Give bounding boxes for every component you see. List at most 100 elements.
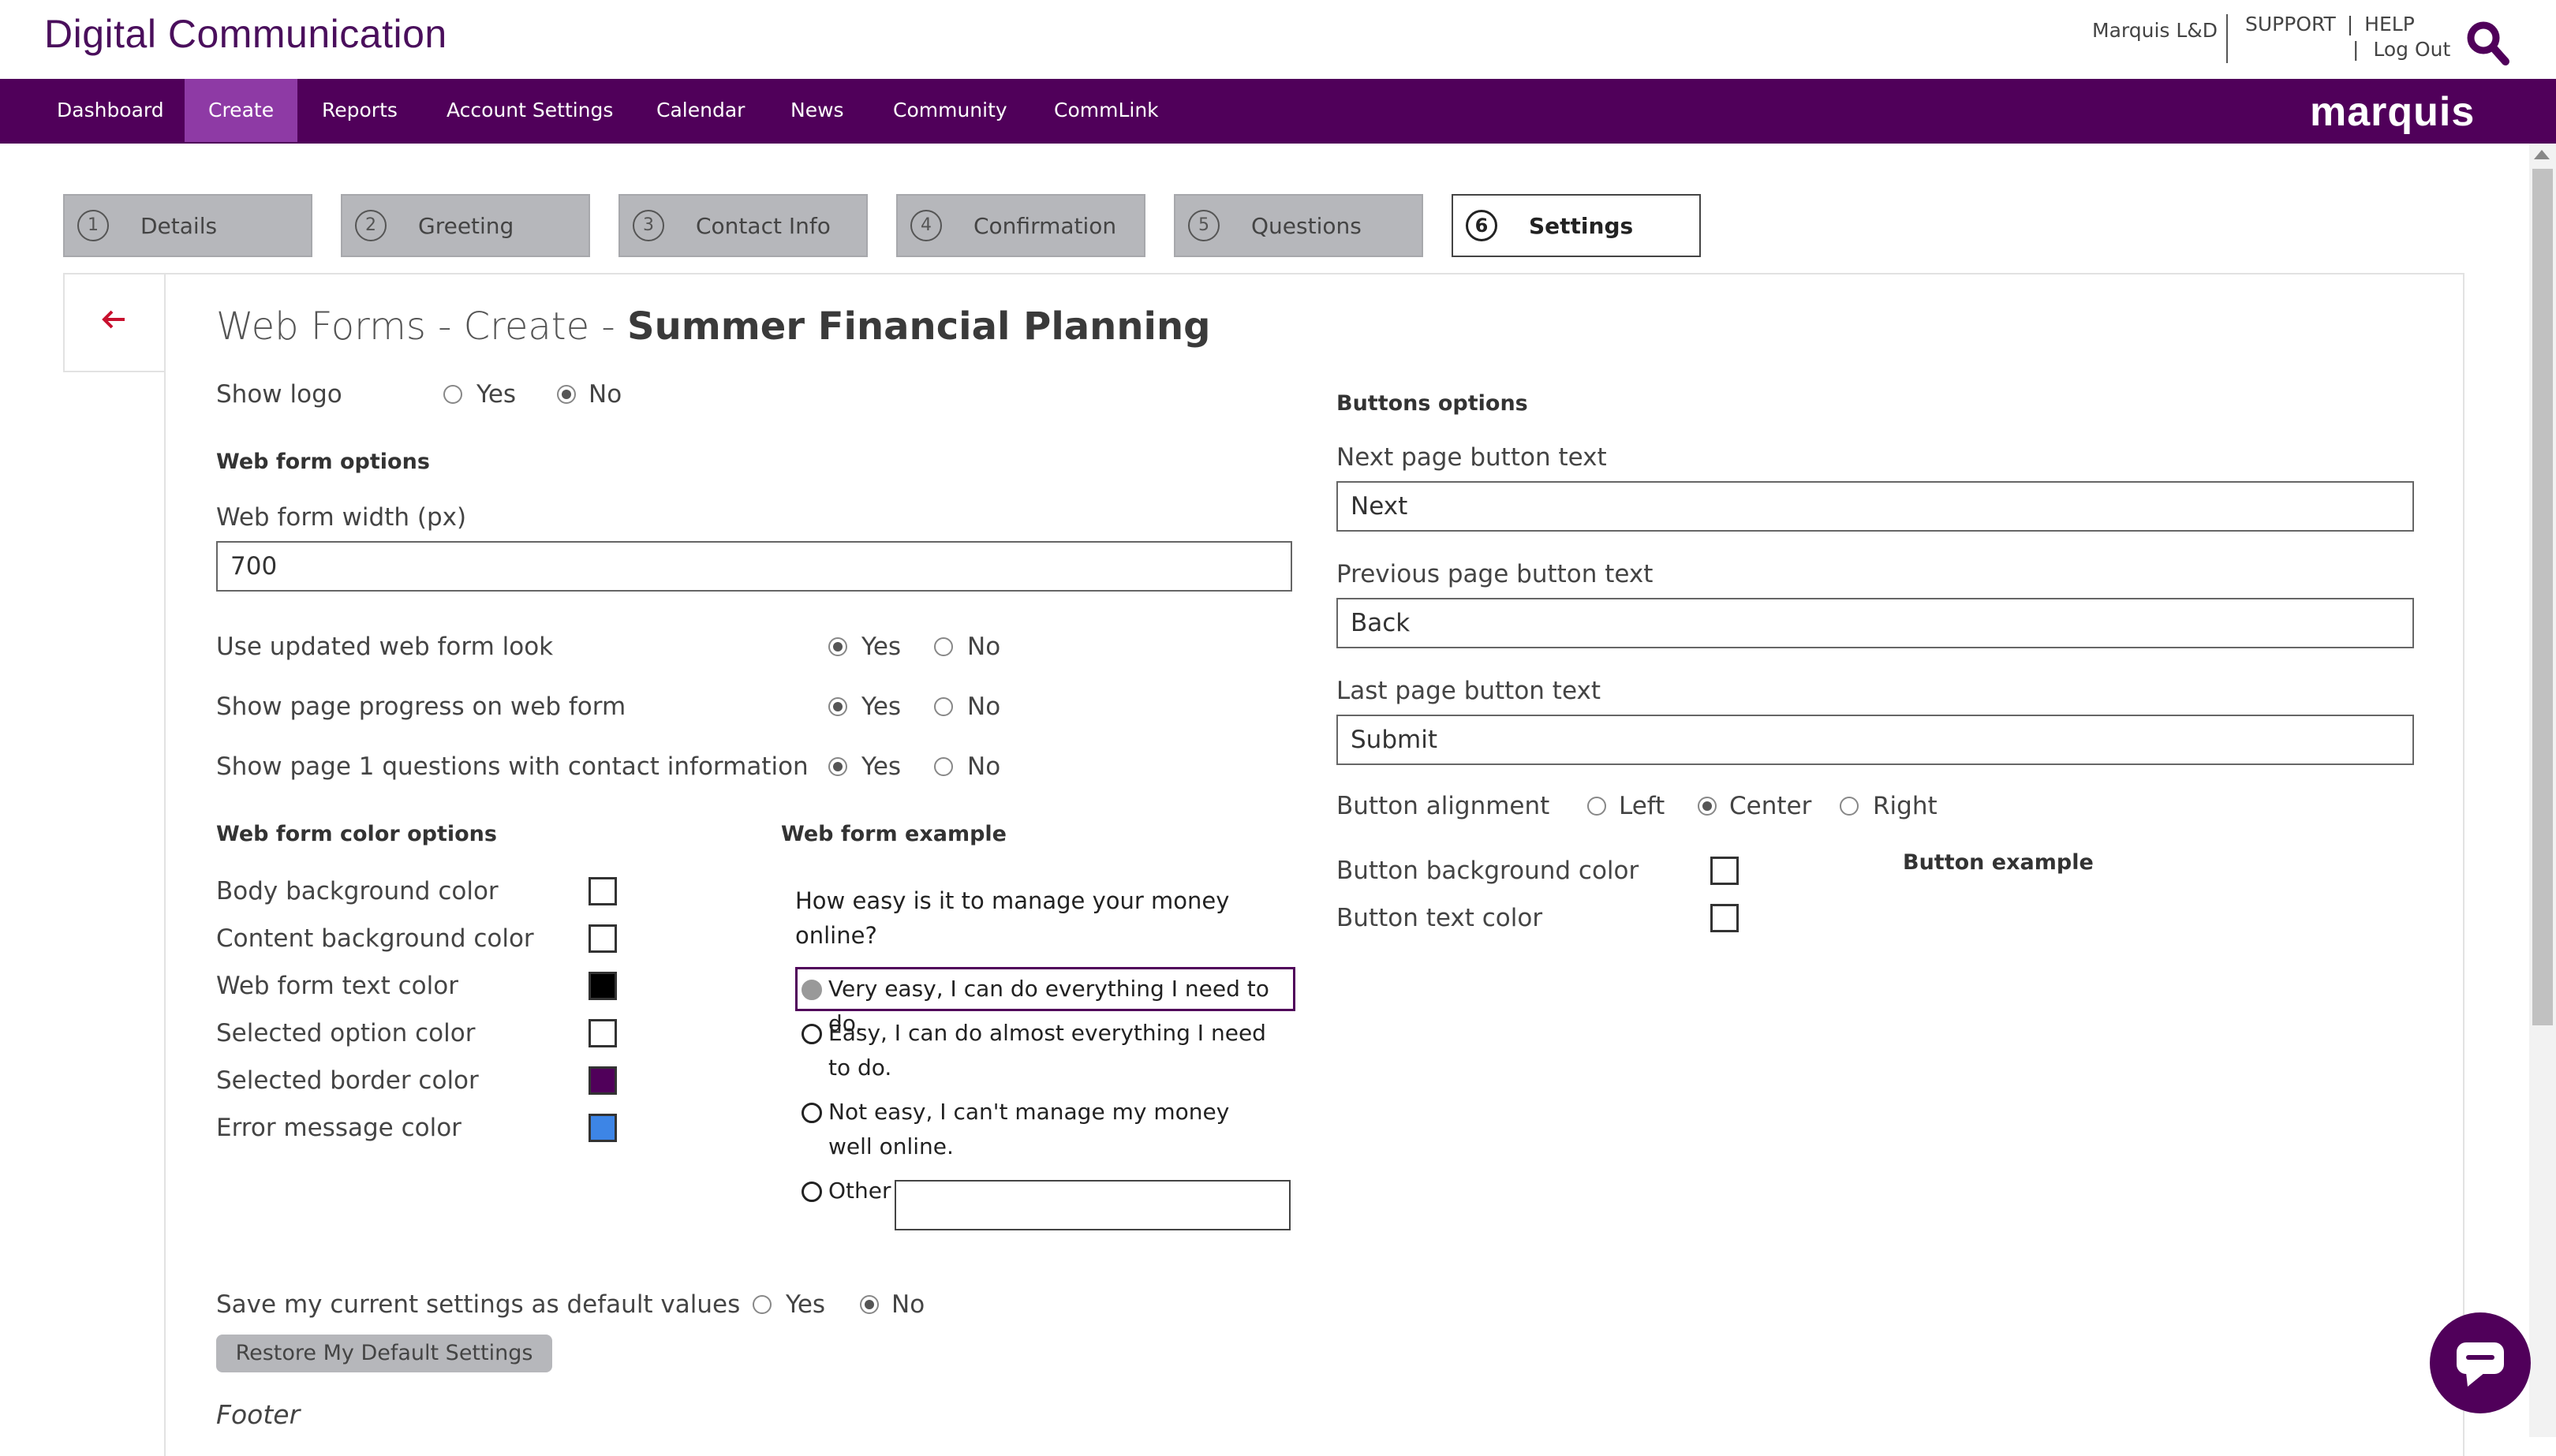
prev-button-text-label: Previous page button text: [1336, 560, 1654, 588]
radio-label: Center: [1729, 792, 1812, 820]
marquis-logo: marquis: [2310, 89, 2476, 135]
last-button-text-input[interactable]: Submit: [1336, 715, 2414, 765]
scrollbar-thumb[interactable]: [2532, 169, 2553, 1025]
page-progress-yes-radio[interactable]: [828, 697, 847, 716]
nav-community[interactable]: Community: [869, 79, 1031, 142]
step-number: 4: [910, 210, 942, 241]
help-link[interactable]: HELP: [2364, 13, 2415, 35]
align-center-radio[interactable]: [1698, 797, 1717, 816]
support-links: SUPPORT | HELP: [2245, 13, 2415, 35]
web-form-example-heading: Web form example: [781, 822, 1007, 846]
step-details[interactable]: 1 Details: [63, 194, 312, 257]
page1-contact-yes-radio[interactable]: [828, 757, 847, 776]
button-text-color-label: Button text color: [1336, 904, 1543, 932]
nav-commlink[interactable]: CommLink: [1030, 79, 1183, 142]
page-progress-no-radio[interactable]: [934, 697, 953, 716]
example-option: Other: [828, 1178, 891, 1204]
nav-dashboard[interactable]: Dashboard: [33, 79, 188, 142]
app-title: Digital Communication: [44, 12, 447, 56]
step-label: Questions: [1251, 213, 1362, 239]
align-right-radio[interactable]: [1840, 797, 1859, 816]
nav-create[interactable]: Create: [185, 79, 298, 142]
web-form-options-heading: Web form options: [216, 450, 430, 474]
radio-label: No: [967, 633, 1001, 661]
save-defaults-no-radio[interactable]: [860, 1295, 879, 1314]
step-confirmation[interactable]: 4 Confirmation: [896, 194, 1145, 257]
radio-label: Yes: [861, 693, 902, 721]
nav-account-settings[interactable]: Account Settings: [423, 79, 637, 142]
radio-label: Left: [1619, 792, 1665, 820]
account-name[interactable]: Marquis L&D: [2092, 19, 2218, 42]
text-color-label: Web form text color: [216, 972, 458, 1000]
link-separator: |: [2346, 13, 2354, 35]
updated-look-no-radio[interactable]: [934, 637, 953, 656]
page1-contact-no-radio[interactable]: [934, 757, 953, 776]
save-defaults-yes-radio[interactable]: [753, 1295, 772, 1314]
example-radio: [802, 980, 822, 1000]
content-bg-color-label: Content background color: [216, 924, 534, 953]
form-name: Summer Financial Planning: [627, 304, 1211, 349]
width-label: Web form width (px): [216, 503, 467, 532]
radio-label: Yes: [861, 752, 902, 781]
search-icon[interactable]: [2464, 19, 2512, 66]
radio-label: No: [891, 1290, 925, 1319]
step-number: 6: [1466, 210, 1497, 241]
selected-border-color-swatch[interactable]: [589, 1066, 617, 1095]
show-logo-no-radio[interactable]: [557, 385, 576, 404]
example-radio: [802, 1103, 822, 1123]
link-separator: |: [2352, 38, 2360, 61]
settings-panel: [164, 273, 2464, 1456]
nav-calendar[interactable]: Calendar: [633, 79, 768, 142]
top-header: Digital Communication Marquis L&D SUPPOR…: [0, 0, 2556, 79]
show-logo-yes-radio[interactable]: [443, 385, 462, 404]
step-number: 2: [355, 210, 387, 241]
nav-news[interactable]: News: [767, 79, 868, 142]
button-text-color-swatch[interactable]: [1710, 904, 1739, 932]
logout-row: | Log Out: [2352, 38, 2450, 61]
button-bg-color-swatch[interactable]: [1710, 857, 1739, 885]
next-button-text-input[interactable]: Next: [1336, 481, 2414, 532]
arrow-left-icon[interactable]: [99, 304, 129, 334]
example-option: Not easy, I can't manage my money well o…: [828, 1099, 1230, 1159]
chat-button[interactable]: [2430, 1312, 2531, 1413]
example-other-input: [895, 1180, 1291, 1230]
error-color-swatch[interactable]: [589, 1114, 617, 1142]
radio-label: Right: [1873, 792, 1938, 820]
content-bg-color-swatch[interactable]: [589, 924, 617, 953]
selected-option-color-swatch[interactable]: [589, 1019, 617, 1047]
step-number: 3: [633, 210, 664, 241]
align-left-radio[interactable]: [1587, 797, 1606, 816]
chat-bubble-icon: [2457, 1342, 2504, 1387]
scroll-up-arrow-icon[interactable]: [2534, 150, 2550, 159]
step-settings[interactable]: 6 Settings: [1452, 194, 1701, 257]
footer-label: Footer: [216, 1399, 301, 1430]
buttons-options-heading: Buttons options: [1336, 391, 1528, 416]
updated-look-yes-radio[interactable]: [828, 637, 847, 656]
button-alignment-label: Button alignment: [1336, 792, 1550, 820]
page1-contact-label: Show page 1 questions with contact infor…: [216, 752, 809, 781]
title-prefix: Web Forms - Create -: [216, 304, 627, 349]
example-radio: [802, 1182, 822, 1202]
body-bg-color-swatch[interactable]: [589, 877, 617, 905]
step-contact-info[interactable]: 3 Contact Info: [618, 194, 868, 257]
radio-label: No: [967, 693, 1001, 721]
show-logo-label: Show logo: [216, 380, 342, 409]
step-greeting[interactable]: 2 Greeting: [341, 194, 590, 257]
last-button-text-label: Last page button text: [1336, 677, 1601, 705]
logout-link[interactable]: Log Out: [2373, 38, 2450, 61]
radio-label: Yes: [786, 1290, 826, 1319]
web-form-width-input[interactable]: 700: [216, 541, 1292, 592]
body-bg-color-label: Body background color: [216, 877, 499, 905]
restore-defaults-button[interactable]: Restore My Default Settings: [216, 1335, 552, 1372]
next-button-text-label: Next page button text: [1336, 443, 1607, 472]
step-questions[interactable]: 5 Questions: [1174, 194, 1423, 257]
step-label: Greeting: [418, 213, 514, 239]
step-number: 1: [77, 210, 109, 241]
nav-reports[interactable]: Reports: [298, 79, 421, 142]
step-number: 5: [1188, 210, 1220, 241]
text-color-swatch[interactable]: [589, 972, 617, 1000]
error-color-label: Error message color: [216, 1114, 462, 1142]
support-link[interactable]: SUPPORT: [2245, 13, 2336, 35]
prev-button-text-input[interactable]: Back: [1336, 598, 2414, 648]
radio-label: Yes: [861, 633, 902, 661]
